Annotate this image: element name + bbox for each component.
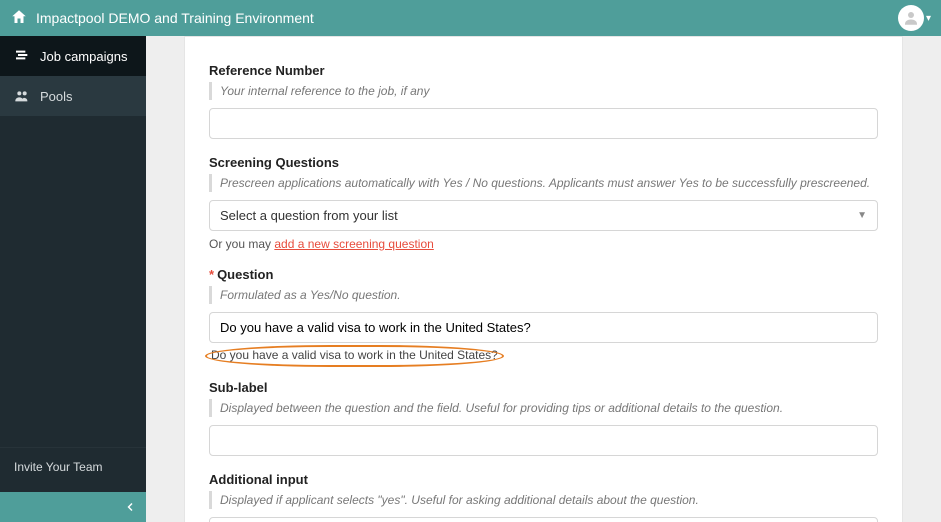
field-question: *Question Formulated as a Yes/No questio… <box>209 267 878 364</box>
field-sublabel: Sub-label Displayed between the question… <box>209 380 878 456</box>
field-hint: Formulated as a Yes/No question. <box>209 286 878 304</box>
field-label: *Question <box>209 267 878 282</box>
select-placeholder: Select a question from your list <box>220 208 398 223</box>
main-content: Reference Number Your internal reference… <box>146 36 941 522</box>
add-question-note: Or you may add a new screening question <box>209 237 878 251</box>
form-panel: Reference Number Your internal reference… <box>184 36 903 522</box>
additional-input-input[interactable] <box>209 517 878 522</box>
user-menu[interactable]: ▾ <box>898 5 931 31</box>
field-label: Additional input <box>209 472 878 487</box>
sublabel-input[interactable] <box>209 425 878 456</box>
sidebar-item-job-campaigns[interactable]: Job campaigns <box>0 36 146 76</box>
invite-team-link[interactable]: Invite Your Team <box>0 447 146 486</box>
people-icon <box>14 88 30 104</box>
field-hint: Displayed if applicant selects "yes". Us… <box>209 491 878 509</box>
home-icon[interactable] <box>10 8 28 29</box>
field-label: Sub-label <box>209 380 878 395</box>
reference-number-input[interactable] <box>209 108 878 139</box>
sidebar-item-label: Job campaigns <box>40 49 127 64</box>
sidebar-item-label: Pools <box>40 89 73 104</box>
field-hint: Prescreen applications automatically wit… <box>209 174 878 192</box>
sidebar-item-pools[interactable]: Pools <box>0 76 146 116</box>
question-suggestion[interactable]: Do you have a valid visa to work in the … <box>209 348 500 364</box>
workspace-title: Impactpool DEMO and Training Environment <box>36 10 314 26</box>
field-additional-input: Additional input Displayed if applicant … <box>209 472 878 522</box>
sidebar-collapse[interactable] <box>0 492 146 522</box>
question-input[interactable] <box>209 312 878 343</box>
chevron-left-icon <box>124 501 136 513</box>
layers-icon <box>14 48 30 64</box>
avatar <box>898 5 924 31</box>
add-screening-question-link[interactable]: add a new screening question <box>274 237 433 251</box>
field-hint: Displayed between the question and the f… <box>209 399 878 417</box>
required-star-icon: * <box>209 267 214 282</box>
screening-question-select[interactable]: Select a question from your list ▼ <box>209 200 878 231</box>
field-reference-number: Reference Number Your internal reference… <box>209 63 878 139</box>
sidebar: Job campaigns Pools Invite Your Team <box>0 36 146 522</box>
field-hint: Your internal reference to the job, if a… <box>209 82 878 100</box>
chevron-down-icon: ▼ <box>857 210 867 221</box>
field-label: Reference Number <box>209 63 878 78</box>
topbar: Impactpool DEMO and Training Environment… <box>0 0 941 36</box>
chevron-down-icon: ▾ <box>926 13 931 24</box>
field-screening-questions: Screening Questions Prescreen applicatio… <box>209 155 878 251</box>
field-label: Screening Questions <box>209 155 878 170</box>
